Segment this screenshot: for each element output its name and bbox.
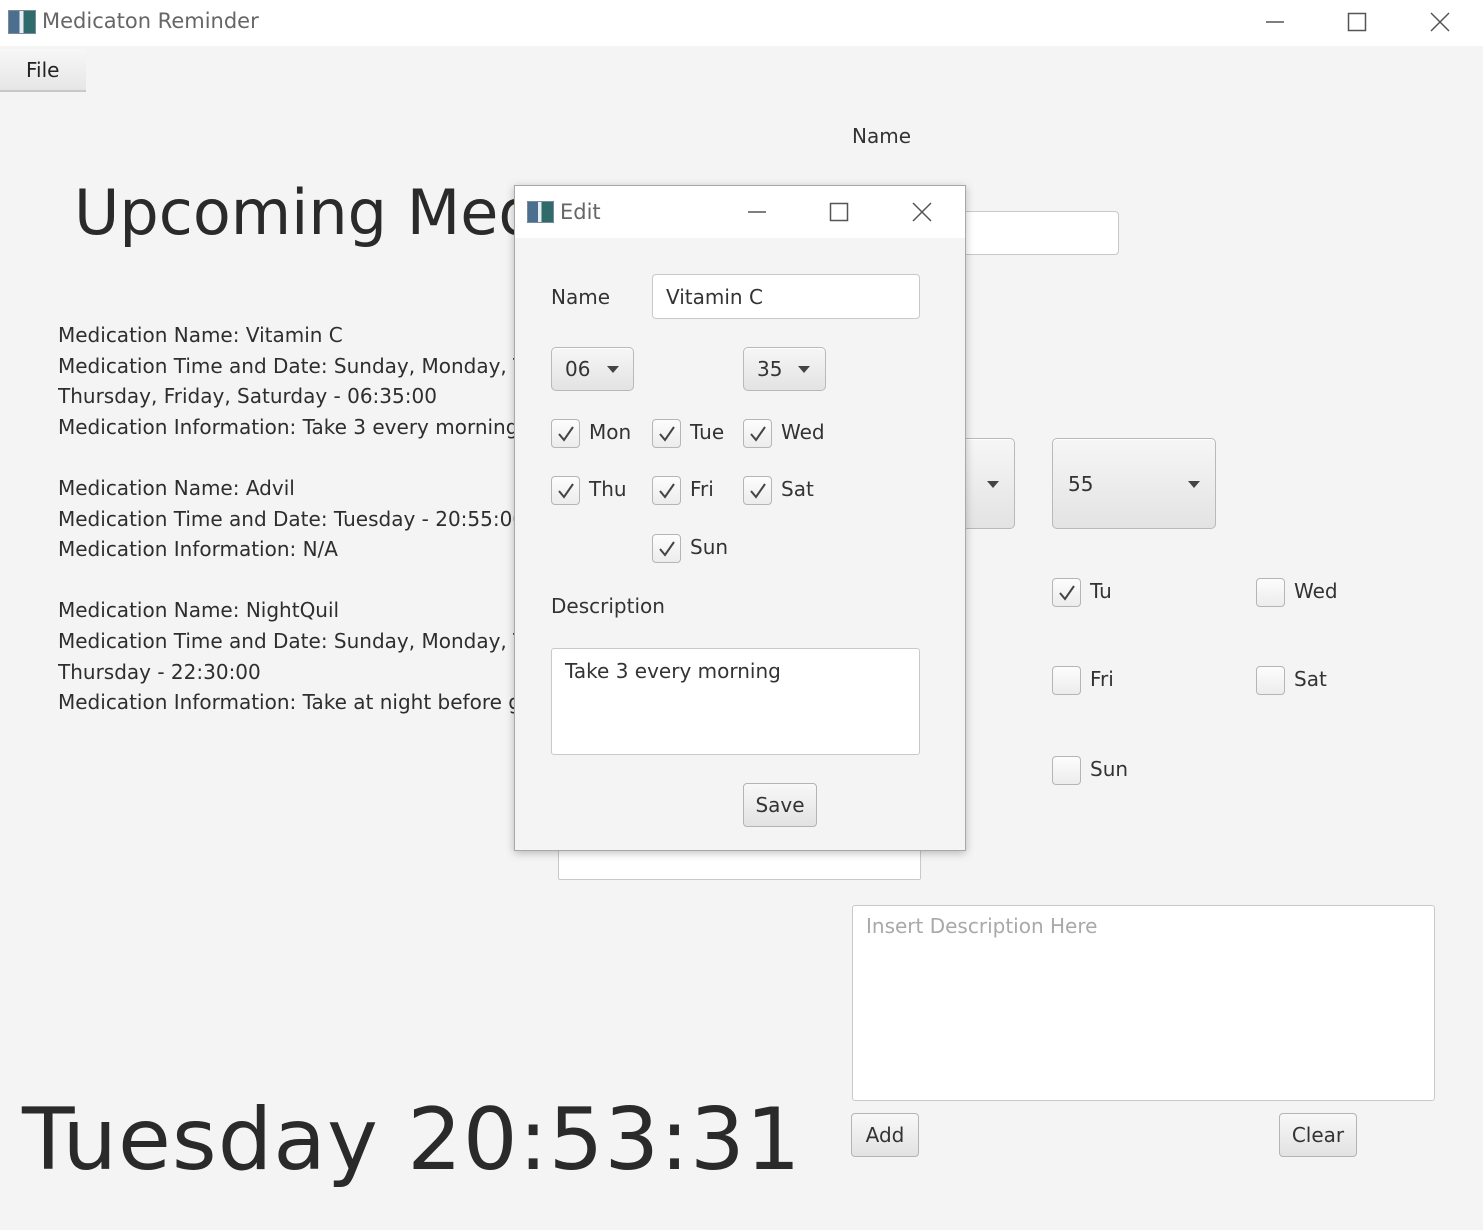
close-button[interactable] — [1420, 2, 1460, 42]
dialog-checkbox-label-sun: Sun — [690, 535, 729, 559]
checkbox-fri[interactable] — [1052, 666, 1081, 695]
maximize-icon — [1347, 12, 1367, 32]
dialog-checkbox-sun[interactable] — [652, 534, 681, 563]
menu-file[interactable]: File — [0, 49, 86, 92]
minute-value: 55 — [1068, 472, 1094, 496]
description-placeholder: Insert Description Here — [866, 914, 1098, 938]
checkbox-tue[interactable] — [1052, 578, 1081, 607]
checkmark-icon — [749, 482, 766, 499]
dialog-checkbox-label-wed: Wed — [781, 420, 825, 444]
minimize-icon — [748, 211, 766, 213]
minimize-button[interactable] — [1255, 2, 1295, 42]
dialog-checkbox-label-tue: Tue — [690, 420, 725, 444]
current-time-clock: Tuesday 20:53:31 — [22, 1090, 802, 1190]
dialog-minute-select[interactable]: 35 — [743, 347, 826, 391]
checkmark-icon — [749, 425, 766, 442]
checkbox-label-tue: Tu — [1090, 579, 1112, 603]
name-label: Name — [852, 124, 912, 148]
dialog-checkbox-mon[interactable] — [551, 419, 580, 448]
list-item: Thursday - 22:30:00 — [58, 659, 261, 684]
dialog-checkbox-label-mon: Mon — [589, 420, 632, 444]
dialog-checkbox-wed[interactable] — [743, 419, 772, 448]
checkbox-label-sun: Sun — [1090, 757, 1129, 781]
close-icon — [912, 202, 932, 222]
checkmark-icon — [557, 482, 574, 499]
dialog-checkbox-tue[interactable] — [652, 419, 681, 448]
checkbox-sun[interactable] — [1052, 756, 1081, 785]
dialog-checkbox-sat[interactable] — [743, 476, 772, 505]
app-icon — [527, 201, 554, 223]
chevron-down-icon — [1188, 481, 1200, 488]
dialog-checkbox-label-fri: Fri — [690, 477, 714, 501]
save-button[interactable]: Save — [743, 783, 817, 827]
maximize-button[interactable] — [1337, 2, 1377, 42]
list-item: Medication Information: N/A — [58, 537, 338, 562]
list-item: Medication Name: Advil — [58, 475, 295, 500]
checkbox-sat[interactable] — [1256, 666, 1285, 695]
checkmark-icon — [1058, 584, 1075, 601]
dialog-minute-value: 35 — [757, 357, 783, 381]
minimize-icon — [1266, 21, 1284, 23]
dialog-description-label: Description — [551, 594, 665, 618]
dialog-close-button[interactable] — [902, 192, 942, 232]
window-title: Medicaton Reminder — [42, 9, 259, 33]
checkbox-label-wed: Wed — [1294, 579, 1338, 603]
edit-dialog: Edit Name Vitamin C 06 35 Mon Tue Wed Th… — [514, 185, 966, 851]
checkbox-label-sat: Sat — [1294, 667, 1327, 691]
chevron-down-icon — [987, 481, 999, 488]
checkmark-icon — [658, 540, 675, 557]
checkbox-label-fri: Fri — [1090, 667, 1114, 691]
dialog-checkbox-label-sat: Sat — [781, 477, 814, 501]
close-icon — [1430, 12, 1450, 32]
list-item: Medication Time and Date: Sunday, Monday… — [58, 628, 518, 653]
list-item: Medication Information: Take 3 every mor… — [58, 414, 518, 439]
dialog-checkbox-thu[interactable] — [551, 476, 580, 505]
list-item: Medication Name: Vitamin C — [58, 323, 343, 347]
checkbox-wed[interactable] — [1256, 578, 1285, 607]
add-button[interactable]: Add — [851, 1113, 919, 1157]
minute-select[interactable]: 55 — [1052, 438, 1216, 529]
dialog-titlebar: Edit — [515, 186, 965, 238]
dialog-description-input[interactable]: Take 3 every morning — [551, 648, 920, 755]
list-item: Medication Information: Take at night be… — [58, 690, 518, 715]
checkmark-icon — [658, 482, 675, 499]
dialog-minimize-button[interactable] — [737, 192, 777, 232]
list-item: Medication Time and Date: Tuesday - 20:5… — [58, 506, 518, 531]
list-item: Medication Name: NightQuil — [58, 598, 340, 623]
window-titlebar: Medicaton Reminder — [0, 0, 1483, 46]
chevron-down-icon — [798, 366, 810, 373]
dialog-checkbox-label-thu: Thu — [589, 477, 627, 501]
clear-button[interactable]: Clear — [1279, 1113, 1357, 1157]
dialog-title: Edit — [560, 200, 601, 224]
list-item: Thursday, Friday, Saturday - 06:35:00 — [58, 384, 437, 409]
dialog-maximize-button[interactable] — [819, 192, 859, 232]
app-icon — [8, 10, 36, 34]
dialog-hour-value: 06 — [565, 357, 591, 381]
chevron-down-icon — [607, 366, 619, 373]
list-item: Medication Time and Date: Sunday, Monday… — [58, 353, 518, 378]
dialog-checkbox-fri[interactable] — [652, 476, 681, 505]
maximize-icon — [829, 202, 849, 222]
dialog-hour-select[interactable]: 06 — [551, 347, 634, 391]
medication-list: Medication Name: Vitamin C Medication Ti… — [58, 320, 518, 718]
dialog-name-input[interactable]: Vitamin C — [652, 274, 920, 319]
checkmark-icon — [658, 425, 675, 442]
dialog-name-label: Name — [551, 285, 611, 309]
checkmark-icon — [557, 425, 574, 442]
